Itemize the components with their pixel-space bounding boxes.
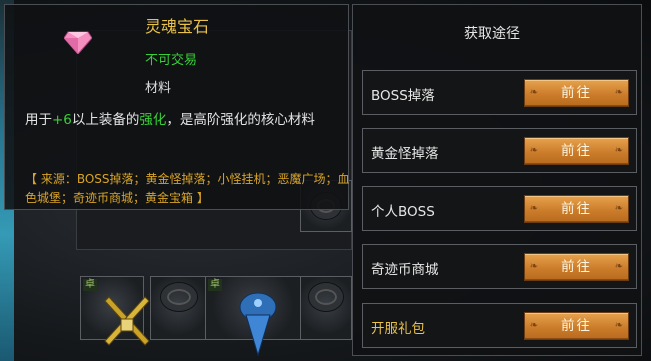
item-name: 灵魂宝石 [145, 17, 210, 36]
route-gold-monster-drop: 黄金怪掉落 ❧ 前往 ❧ [362, 128, 637, 173]
item-description: 用于+6以上装备的强化，是高阶强化的核心材料 [25, 112, 315, 128]
ornament-icon: ❧ [614, 145, 624, 156]
upgrade-level: +6 [52, 112, 72, 128]
slot-tag: 卓 [83, 279, 97, 291]
equip-slot-ring-left[interactable] [150, 276, 206, 340]
ornament-icon: ❧ [614, 203, 624, 214]
equip-slot-helmet[interactable]: 卓 [205, 276, 301, 357]
go-button-coin-shop[interactable]: ❧ 前往 ❧ [524, 253, 629, 281]
ornament-icon: ❧ [529, 87, 539, 98]
ornament-icon: ❧ [614, 261, 624, 272]
ring-icon [161, 283, 197, 311]
ornament-icon: ❧ [614, 320, 624, 331]
acquisition-panel: 获取途径 BOSS掉落 ❧ 前往 ❧ 黄金怪掉落 ❧ 前往 ❧ 个人BOSS ❧ 前往 ❧ … [352, 4, 642, 356]
go-button-gift-pack[interactable]: ❧ 前往 ❧ [524, 312, 629, 340]
slot-tag: 卓 [208, 279, 222, 291]
item-tooltip: 灵魂宝石 不可交易 材料 用于+6以上装备的强化，是高阶强化的核心材料 【 来源… [4, 4, 350, 210]
route-label: BOSS掉落 [371, 88, 435, 104]
go-button-gold-monster[interactable]: ❧ 前往 ❧ [524, 137, 629, 165]
equip-slot-ring-right[interactable] [300, 276, 352, 340]
route-label: 奇迹币商城 [371, 262, 439, 278]
ornament-icon: ❧ [529, 261, 539, 272]
strengthen-keyword: 强化 [139, 112, 167, 128]
route-label: 黄金怪掉落 [371, 146, 439, 162]
route-launch-gift-pack: 开服礼包 ❧ 前往 ❧ [362, 303, 637, 348]
item-source: 【 来源：BOSS掉落；黄金怪掉落；小怪挂机；恶魔广场；血色城堡；奇迹币商城；黄… [25, 172, 350, 205]
route-boss-drop: BOSS掉落 ❧ 前往 ❧ [362, 70, 637, 115]
ring-icon [309, 283, 343, 311]
soul-gem-icon [64, 31, 92, 54]
ornament-icon: ❧ [529, 203, 539, 214]
trade-status: 不可交易 [145, 53, 198, 68]
item-category: 材料 [145, 81, 172, 96]
go-button-boss-drop[interactable]: ❧ 前往 ❧ [524, 79, 629, 107]
ornament-icon: ❧ [529, 320, 539, 331]
blue-helmet-icon [239, 292, 277, 357]
route-miracle-coin-shop: 奇迹币商城 ❧ 前往 ❧ [362, 244, 637, 289]
acquisition-title: 获取途径 [464, 26, 520, 42]
equip-slot-weapon-left[interactable]: 卓 [80, 276, 150, 346]
ornament-icon: ❧ [529, 145, 539, 156]
crossed-swords-icon [104, 296, 150, 346]
route-label: 个人BOSS [371, 204, 435, 220]
ornament-icon: ❧ [614, 87, 624, 98]
route-label: 开服礼包 [371, 321, 425, 337]
go-button-personal-boss[interactable]: ❧ 前往 ❧ [524, 195, 629, 223]
route-personal-boss: 个人BOSS ❧ 前往 ❧ [362, 186, 637, 231]
